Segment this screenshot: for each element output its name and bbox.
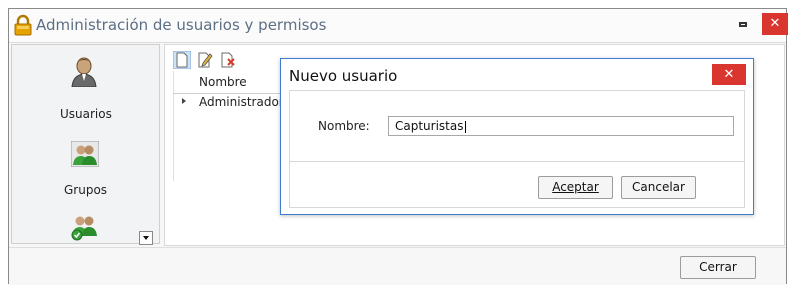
sidebar: Usuarios Grupos [11,44,160,245]
edit-document-icon[interactable] [196,51,214,69]
window-title: Administración de usuarios y permisos [36,16,327,34]
sidebar-item-usuarios[interactable]: Usuarios [60,107,112,121]
footer-bar: Cerrar [9,247,786,285]
close-button[interactable]: Cerrar [680,256,756,279]
dialog-footer: Aceptar Cancelar [289,162,745,208]
dialog-title: Nuevo usuario [289,67,398,85]
group-icon[interactable] [71,141,99,167]
name-field[interactable]: Capturistas [388,116,734,136]
new-document-icon[interactable] [173,51,191,69]
dialog-close-button[interactable]: ✕ [712,64,746,85]
title-bar: Administración de usuarios y permisos ✕ [9,9,788,43]
dialog-body: Nombre: Capturistas [289,90,745,162]
text-caret [464,120,466,133]
column-header-nombre[interactable]: Nombre [199,75,247,89]
group-permissions-icon[interactable] [70,213,100,241]
window-close-button[interactable]: ✕ [762,13,788,35]
table-row[interactable]: Administradores [173,93,297,113]
grid-header: Nombre [173,71,286,94]
name-field-value: Capturistas [395,119,464,133]
delete-document-icon[interactable] [219,51,237,69]
user-icon[interactable] [70,57,98,87]
name-field-label: Nombre: [318,119,370,133]
sidebar-scroll-down-button[interactable] [139,231,153,245]
lock-icon [14,14,32,36]
sidebar-item-grupos[interactable]: Grupos [64,183,107,197]
accept-button[interactable]: Aceptar [538,176,613,199]
new-user-dialog: Nuevo usuario ✕ Nombre: Capturistas Acep… [280,58,754,215]
row-indicator-icon [182,98,186,104]
restore-button[interactable] [734,17,752,33]
accept-button-label: Aceptar [552,180,599,194]
cancel-button-label: Cancelar [632,180,685,194]
cancel-button[interactable]: Cancelar [621,176,696,199]
